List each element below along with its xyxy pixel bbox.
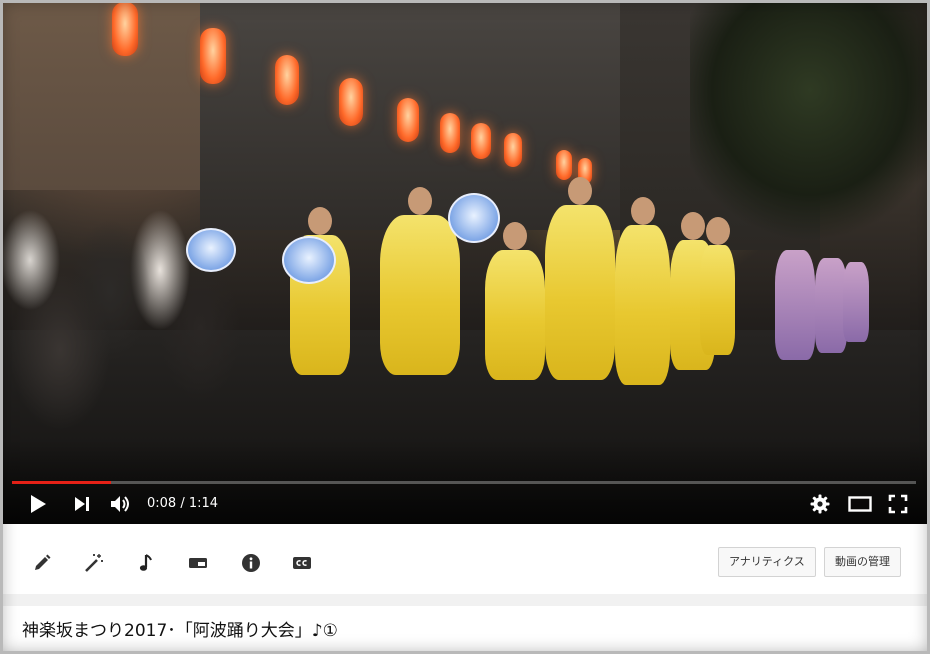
dancer bbox=[545, 177, 615, 380]
play-icon bbox=[31, 495, 46, 513]
dancer bbox=[485, 222, 545, 380]
uchiwa-fan bbox=[282, 236, 336, 284]
spectator-crowd bbox=[0, 180, 260, 440]
lantern bbox=[339, 78, 363, 126]
theater-mode-button[interactable] bbox=[845, 489, 875, 519]
fullscreen-button[interactable] bbox=[884, 489, 912, 519]
audio-button[interactable] bbox=[132, 552, 160, 574]
dancer bbox=[380, 187, 460, 375]
pencil-icon bbox=[35, 554, 51, 570]
end-screen-button[interactable] bbox=[184, 552, 212, 574]
time-current: 0:08 bbox=[147, 496, 177, 511]
gear-icon bbox=[810, 494, 830, 514]
lantern bbox=[440, 113, 460, 153]
settings-button[interactable] bbox=[806, 489, 834, 519]
dancer-pink bbox=[775, 250, 815, 360]
section-divider bbox=[0, 594, 930, 606]
analytics-button[interactable]: アナリティクス bbox=[718, 547, 816, 577]
info-icon bbox=[242, 554, 260, 572]
dancer bbox=[700, 217, 735, 355]
volume-button[interactable] bbox=[106, 489, 136, 519]
lantern bbox=[397, 98, 419, 142]
time-total: 1:14 bbox=[188, 496, 219, 511]
lantern bbox=[504, 133, 522, 167]
dancer-pink bbox=[843, 262, 869, 342]
subtitles-button[interactable] bbox=[288, 552, 316, 574]
lantern bbox=[556, 150, 572, 180]
theater-mode-icon bbox=[848, 496, 872, 512]
uchiwa-fan bbox=[186, 228, 236, 272]
dancer bbox=[615, 197, 670, 385]
enhancements-button[interactable] bbox=[80, 552, 108, 574]
music-note-icon bbox=[139, 554, 152, 571]
play-button[interactable] bbox=[24, 489, 52, 519]
building-left bbox=[0, 0, 200, 190]
magic-wand-icon bbox=[85, 554, 103, 572]
video-player[interactable] bbox=[0, 0, 930, 524]
lantern bbox=[200, 28, 226, 84]
time-display: 0:08 / 1:14 bbox=[147, 494, 218, 514]
volume-icon bbox=[111, 496, 129, 512]
info-button[interactable] bbox=[237, 552, 265, 574]
cc-icon bbox=[293, 557, 311, 569]
edit-button[interactable] bbox=[28, 552, 56, 574]
progress-bar[interactable] bbox=[12, 481, 916, 484]
next-icon bbox=[75, 497, 89, 511]
fullscreen-icon bbox=[888, 494, 908, 514]
card-icon bbox=[189, 558, 207, 568]
lantern bbox=[275, 55, 299, 105]
uchiwa-fan bbox=[448, 193, 500, 243]
next-button[interactable] bbox=[68, 489, 96, 519]
progress-played bbox=[12, 481, 111, 484]
manage-video-button[interactable]: 動画の管理 bbox=[824, 547, 901, 577]
video-title: 神楽坂まつり2017･「阿波踊り大会」♪① bbox=[22, 621, 338, 641]
time-separator: / bbox=[176, 496, 189, 511]
lantern bbox=[471, 123, 491, 159]
lantern bbox=[112, 2, 138, 56]
